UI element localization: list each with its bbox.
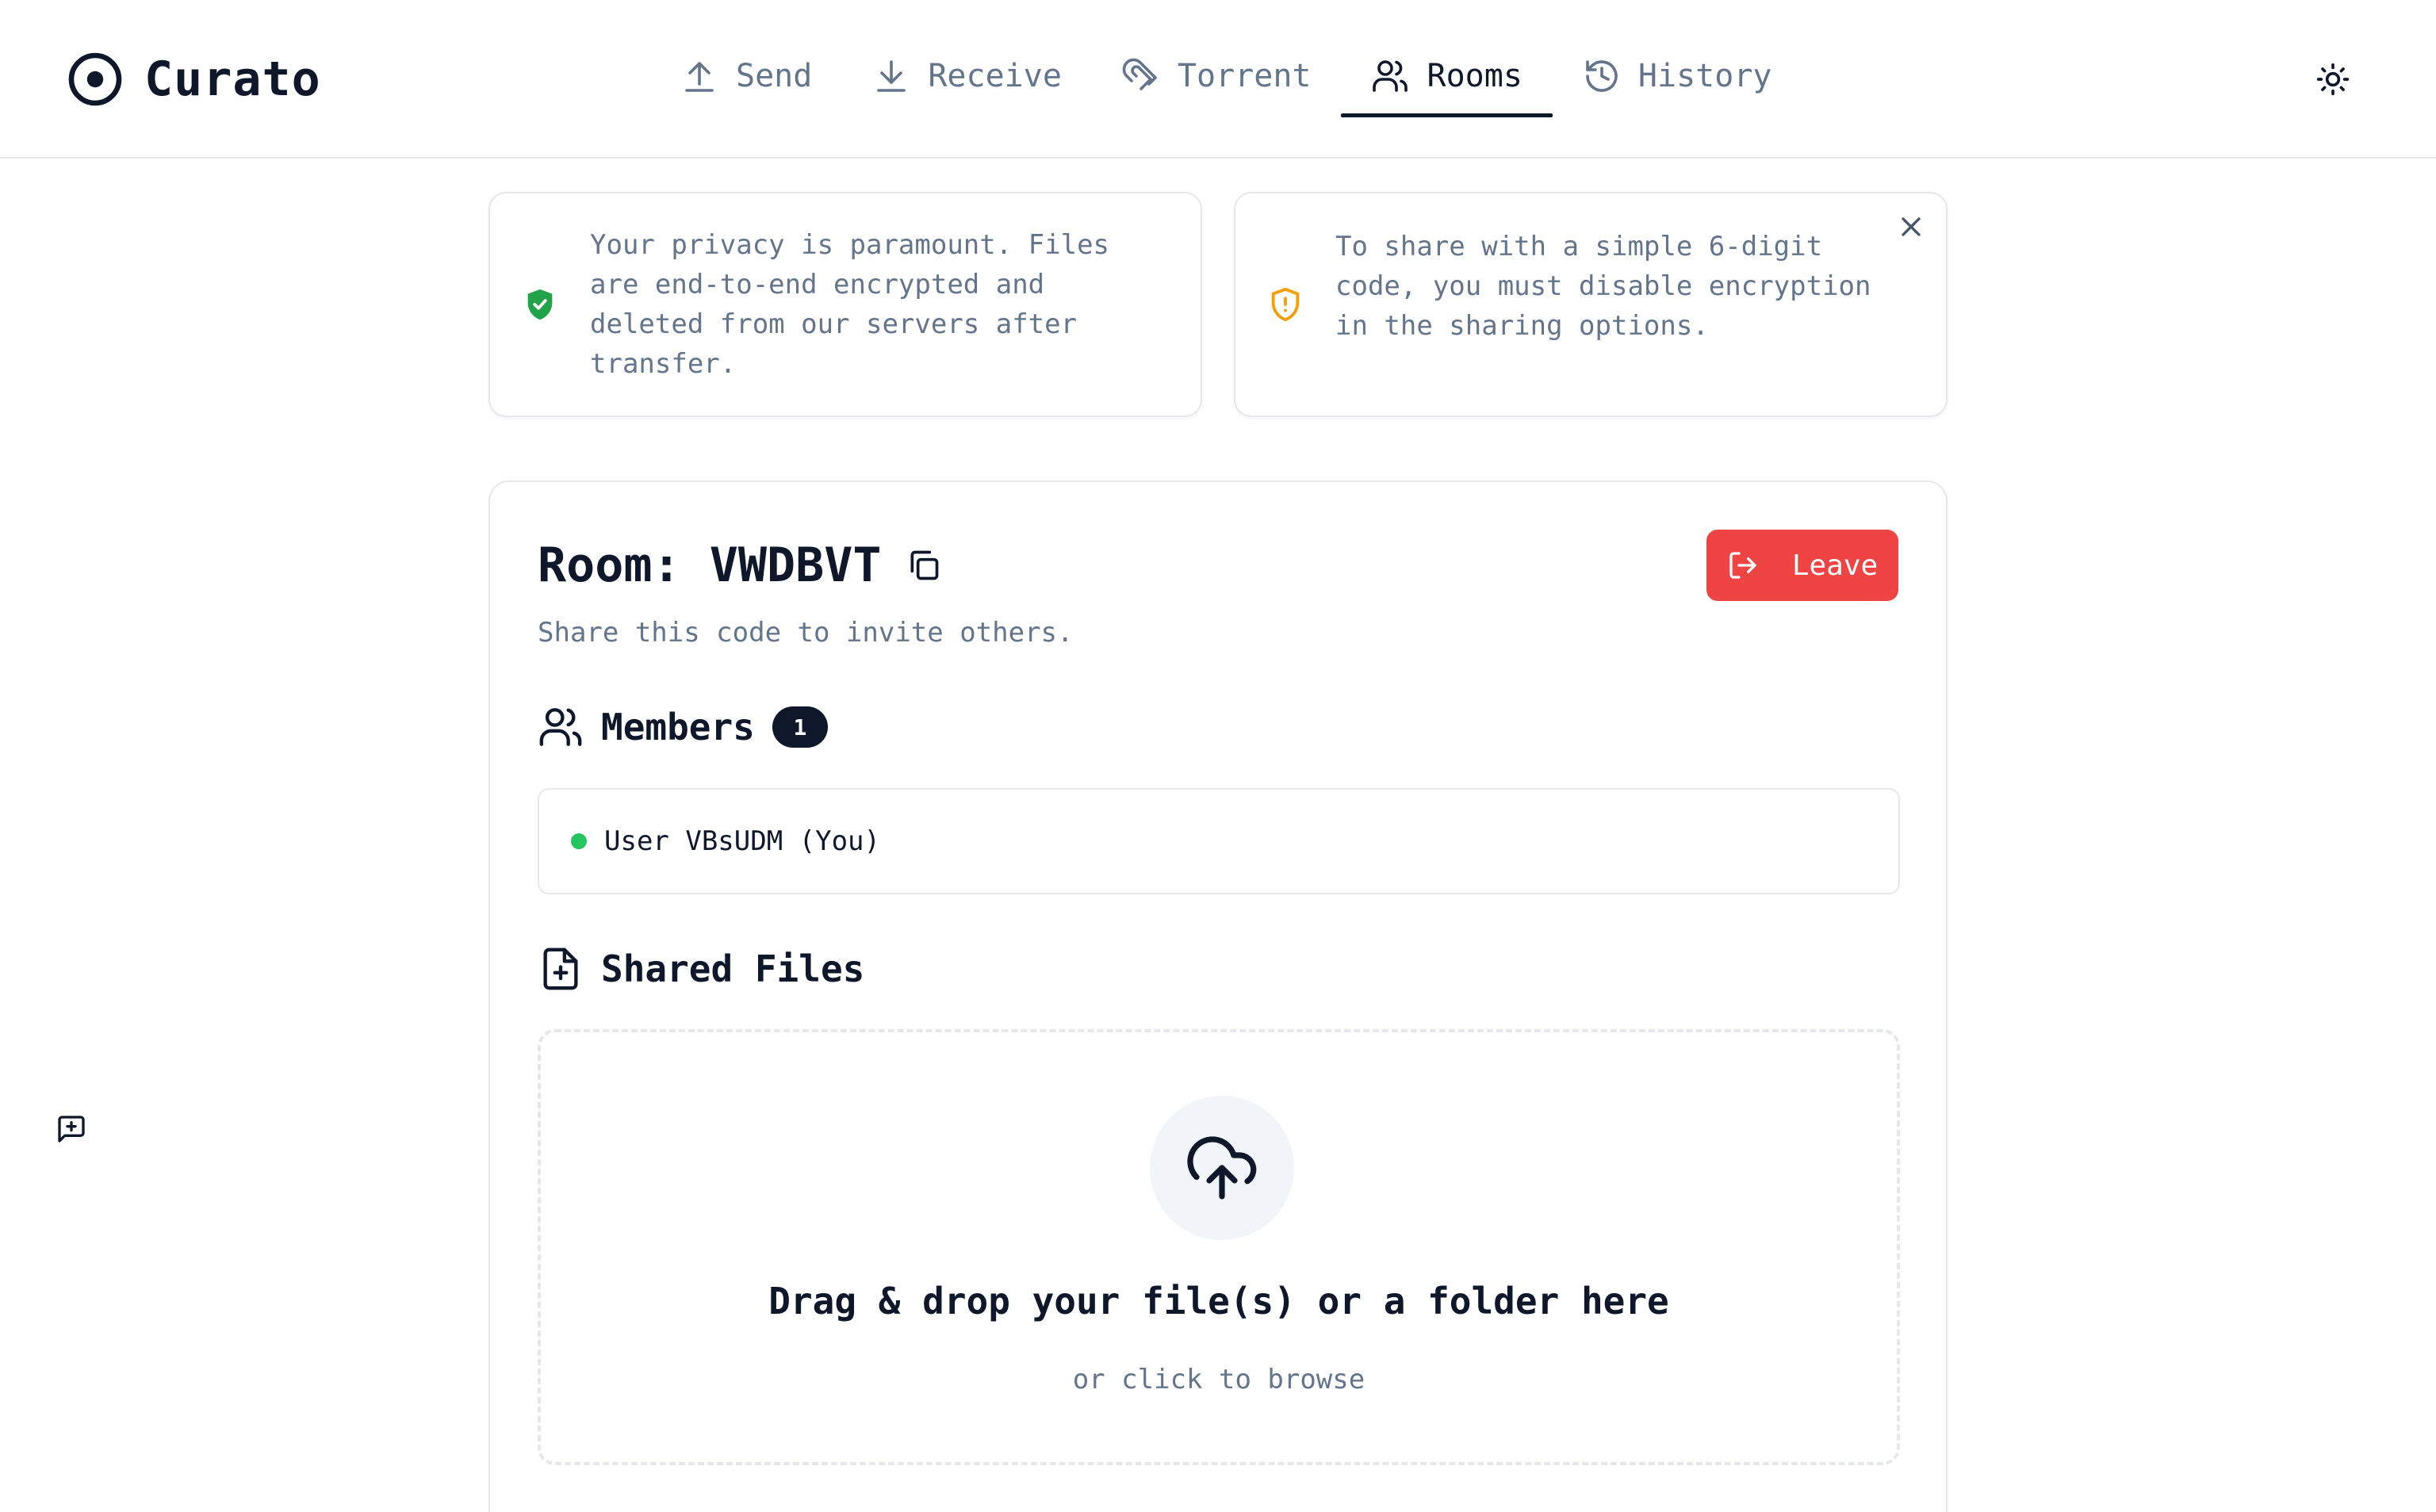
room-header: Room: VWDBVT (538, 538, 941, 593)
tab-rooms[interactable]: Rooms (1341, 35, 1553, 117)
room-card: Room: VWDBVT Share this code to invite o… (488, 480, 1948, 1512)
encryption-notice-text: To share with a simple 6-digit code, you… (1335, 231, 1871, 342)
brand-logo[interactable]: Curato (67, 51, 321, 108)
privacy-notice: Your privacy is paramount. Files are end… (488, 192, 1202, 417)
close-icon[interactable] (1895, 211, 1927, 243)
brand-name: Curato (144, 52, 321, 107)
members-heading: Members (601, 706, 755, 748)
log-out-icon (1729, 552, 1756, 579)
history-icon (1586, 60, 1618, 92)
target-logo-icon (68, 52, 122, 106)
shield-alert-icon (1271, 287, 1300, 322)
users-icon (1373, 60, 1408, 92)
tab-receive[interactable]: Receive (842, 35, 1092, 117)
tab-send[interactable]: Send (650, 35, 842, 117)
sun-icon[interactable] (2315, 62, 2350, 97)
privacy-notice-text: Your privacy is paramount. Files are end… (590, 229, 1110, 380)
dropzone-subtitle: or click to browse (1072, 1364, 1365, 1395)
upload-icon (685, 62, 714, 92)
tab-history[interactable]: History (1553, 35, 1802, 117)
leave-button-label: Leave (1791, 549, 1879, 582)
tab-rooms-label: Rooms (1427, 58, 1522, 94)
magnet-icon (1122, 58, 1157, 90)
download-icon (877, 60, 906, 92)
file-dropzone[interactable]: Drag & drop your file(s) or a folder her… (538, 1029, 1900, 1465)
main-nav: Send Receive Torrent Rooms History (650, 35, 1802, 117)
room-subtitle: Share this code to invite others. (538, 617, 1074, 649)
shared-files-heading: Shared Files (601, 947, 865, 990)
members-count-badge: 1 (772, 706, 828, 748)
leave-button[interactable]: Leave (1706, 530, 1898, 601)
member-list: User VBsUDM (You) (538, 788, 1900, 894)
cloud-upload-icon (1187, 1136, 1257, 1200)
room-title: Room: VWDBVT (538, 538, 882, 593)
dropzone-title: Drag & drop your file(s) or a folder her… (768, 1280, 1669, 1323)
shield-check-icon (527, 289, 553, 320)
tab-history-label: History (1637, 58, 1772, 94)
members-section-header: Members 1 (538, 704, 828, 750)
tab-torrent-label: Torrent (1177, 58, 1312, 94)
message-plus-icon[interactable] (56, 1113, 87, 1145)
users-icon (539, 708, 582, 746)
tab-receive-label: Receive (928, 58, 1062, 94)
file-plus-icon (543, 947, 578, 990)
upload-icon-container (1150, 1096, 1294, 1240)
shared-files-section-header: Shared Files (538, 946, 864, 992)
top-header: Curato Send Receive Torrent Rooms Histor… (0, 0, 2436, 159)
copy-icon[interactable] (906, 548, 941, 583)
tab-torrent[interactable]: Torrent (1092, 35, 1342, 117)
member-name: User VBsUDM (You) (604, 825, 880, 857)
encryption-notice: To share with a simple 6-digit code, you… (1234, 192, 1948, 417)
tab-send-label: Send (736, 58, 813, 94)
online-status-dot (571, 833, 587, 849)
